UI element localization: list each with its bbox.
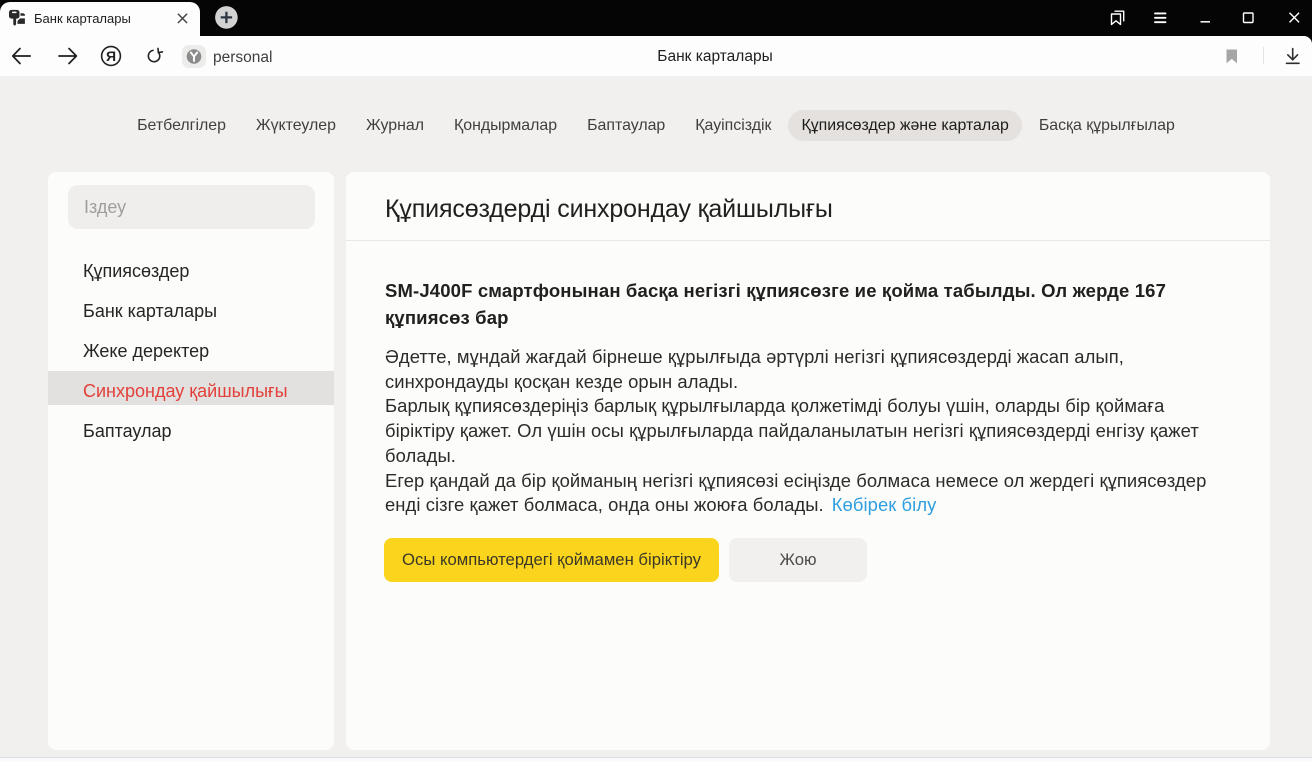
svg-text:Я: Я [106,48,116,64]
